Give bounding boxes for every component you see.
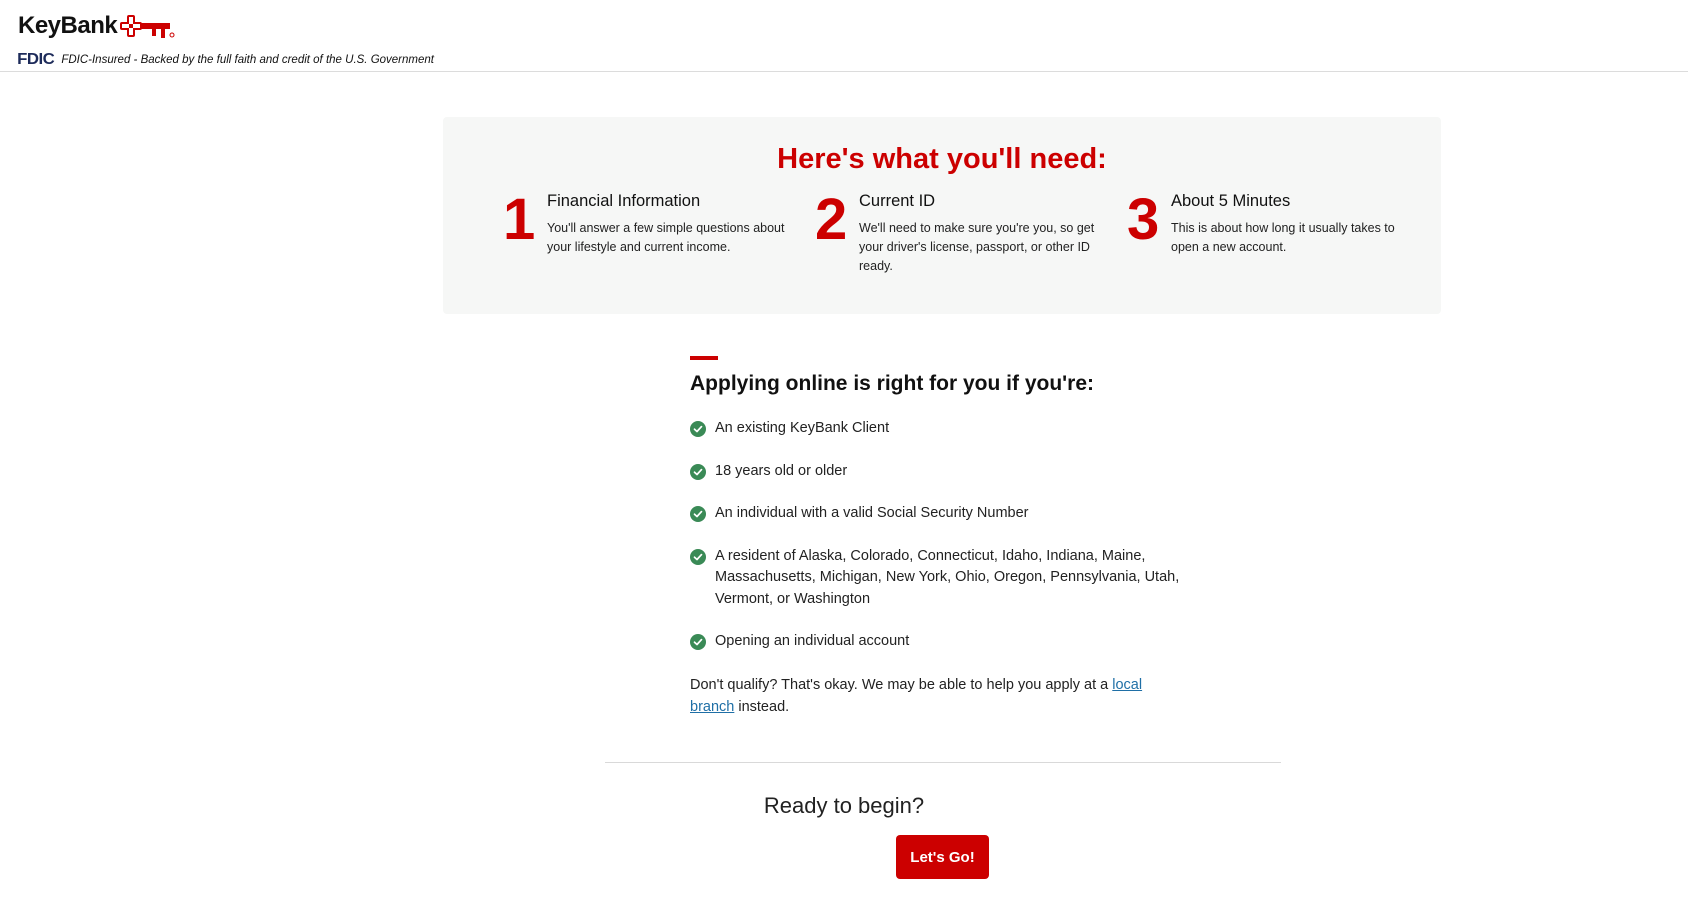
check-circle-icon: [690, 463, 706, 480]
fdic-notice: FDIC FDIC-Insured - Backed by the full f…: [17, 51, 434, 69]
step-3: 3 About 5 Minutes This is about how long…: [1127, 191, 1417, 291]
check-circle-icon: [690, 634, 706, 650]
step-description: This is about how long it usually takes …: [1171, 221, 1395, 254]
step-title: Current ID: [859, 192, 936, 210]
eligibility-item: An existing KeyBank Client: [690, 418, 1180, 440]
step-description: You'll answer a few simple questions abo…: [547, 221, 785, 254]
brand-name: KeyBank: [18, 12, 118, 39]
check-circle-icon: [690, 506, 706, 522]
eligibility-item-text: A resident of Alaska, Colorado, Connecti…: [715, 547, 1180, 607]
step-1: 1 Financial Information You'll answer a …: [503, 191, 793, 291]
step-title: Financial Information: [547, 192, 701, 210]
fdic-logo: FDIC: [17, 51, 55, 68]
step-title: About 5 Minutes: [1171, 192, 1291, 210]
eligibility-section: Applying online is right for you if you'…: [690, 356, 1180, 718]
step-number: 2: [815, 187, 848, 252]
step-number: 1: [503, 187, 536, 252]
step-2: 2 Current ID We'll need to make sure you…: [815, 191, 1105, 291]
qualify-note: Don't qualify? That's okay. We may be ab…: [690, 674, 1180, 718]
qualify-text: Don't qualify? That's okay. We may be ab…: [690, 676, 1113, 693]
keybank-logo[interactable]: KeyBank: [18, 10, 176, 42]
eligibility-item-text: An individual with a valid Social Securi…: [715, 505, 1029, 521]
qualify-text-suffix: instead.: [734, 698, 790, 715]
step-description: We'll need to make sure you're you, so g…: [859, 221, 1095, 273]
step-number: 3: [1127, 187, 1160, 252]
section-divider: [605, 762, 1281, 763]
eligibility-item-text: Opening an individual account: [715, 633, 910, 649]
fdic-text: FDIC-Insured - Backed by the full faith …: [61, 54, 434, 66]
eligibility-item: A resident of Alaska, Colorado, Connecti…: [690, 546, 1180, 611]
requirements-panel: Here's what you'll need: 1 Financial Inf…: [443, 117, 1441, 314]
eligibility-title: Applying online is right for you if you'…: [690, 372, 1094, 395]
eligibility-item: An individual with a valid Social Securi…: [690, 503, 1180, 525]
accent-bar: [690, 356, 718, 360]
requirements-title: Here's what you'll need:: [777, 143, 1107, 175]
lets-go-button[interactable]: Let's Go!: [896, 835, 989, 879]
key-logo-icon: [120, 13, 176, 39]
check-circle-icon: [690, 421, 706, 437]
ready-prompt: Ready to begin?: [763, 793, 925, 818]
eligibility-item: 18 years old or older: [690, 461, 1180, 483]
site-header: KeyBank FDIC FDIC-Insured - Backed by th…: [0, 0, 1688, 72]
check-circle-icon: [690, 548, 706, 565]
eligibility-item-text: 18 years old or older: [715, 462, 848, 479]
eligibility-item-text: An existing KeyBank Client: [715, 420, 890, 436]
eligibility-item: Opening an individual account: [690, 631, 1180, 653]
